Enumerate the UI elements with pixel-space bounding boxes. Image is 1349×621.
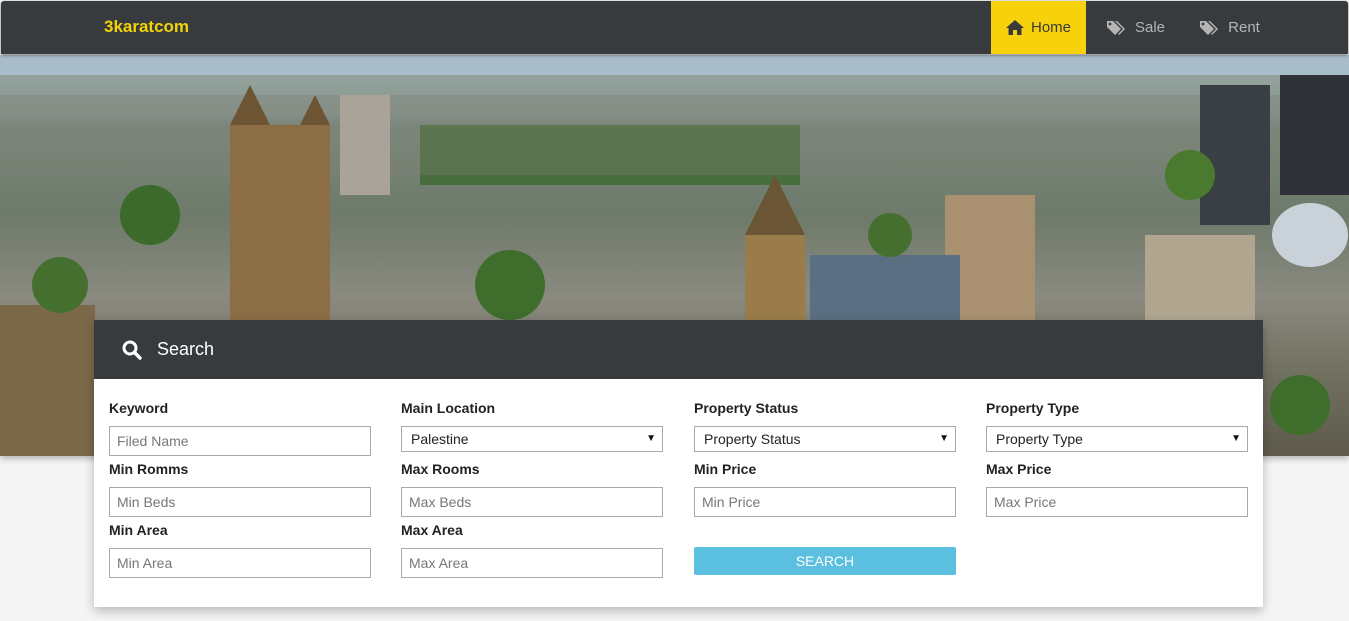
main-nav: Home Sale Rent: [991, 1, 1274, 54]
search-icon: [122, 340, 142, 360]
main-location-select[interactable]: Palestine ▼: [401, 426, 663, 452]
max-price-input[interactable]: [986, 487, 1248, 517]
property-type-select[interactable]: Property Type ▼: [986, 426, 1248, 452]
brand-logo[interactable]: 3karatcom: [104, 1, 189, 54]
max-area-input[interactable]: [401, 548, 663, 578]
nav-rent[interactable]: Rent: [1186, 1, 1274, 54]
min-rooms-label: Min Romms: [109, 461, 189, 477]
tags-icon: [1106, 20, 1125, 35]
keyword-label: Keyword: [109, 400, 169, 416]
dropdown-arrow-icon: ▼: [1231, 433, 1241, 444]
max-area-label: Max Area: [401, 522, 463, 538]
nav-sale-label: Sale: [1134, 19, 1166, 36]
property-status-value: Property Status: [704, 431, 801, 447]
home-icon: [1005, 20, 1024, 35]
top-navbar: 3karatcom Home Sale Rent: [1, 1, 1348, 54]
search-panel-header: Search: [94, 320, 1263, 379]
property-type-value: Property Type: [996, 431, 1083, 447]
property-status-label: Property Status: [694, 400, 799, 416]
search-panel: Search Keyword Main Location Property St…: [94, 320, 1263, 607]
nav-home[interactable]: Home: [991, 1, 1086, 54]
main-location-label: Main Location: [401, 400, 496, 416]
nav-sale[interactable]: Sale: [1086, 1, 1186, 54]
tags-icon: [1200, 20, 1219, 35]
min-area-label: Min Area: [109, 522, 168, 538]
nav-rent-label: Rent: [1228, 19, 1260, 36]
dropdown-arrow-icon: ▼: [646, 433, 656, 444]
nav-home-label: Home: [1030, 19, 1071, 36]
max-rooms-label: Max Rooms: [401, 461, 480, 477]
min-price-input[interactable]: [694, 487, 956, 517]
max-beds-input[interactable]: [401, 487, 663, 517]
main-location-value: Palestine: [411, 431, 469, 447]
min-beds-input[interactable]: [109, 487, 371, 517]
min-price-label: Min Price: [694, 461, 757, 477]
keyword-input[interactable]: [109, 426, 371, 456]
property-status-select[interactable]: Property Status ▼: [694, 426, 956, 452]
max-price-label: Max Price: [986, 461, 1052, 477]
property-type-label: Property Type: [986, 400, 1080, 416]
dropdown-arrow-icon: ▼: [939, 433, 949, 444]
search-button[interactable]: SEARCH: [694, 547, 956, 575]
min-area-input[interactable]: [109, 548, 371, 578]
search-panel-title: Search: [157, 339, 215, 359]
